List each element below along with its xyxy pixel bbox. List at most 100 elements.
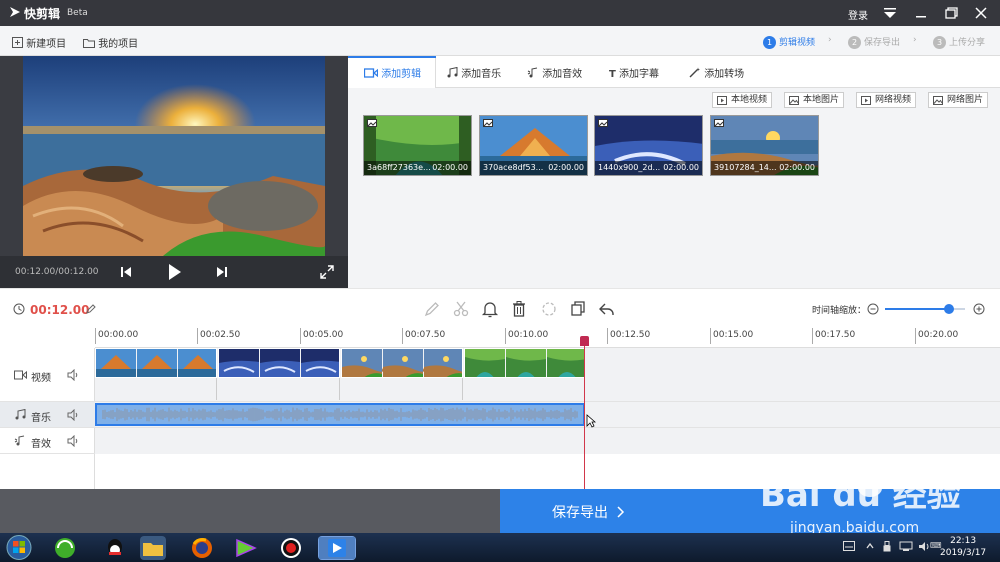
zoom-slider-fill bbox=[885, 308, 949, 310]
media-thumbnail[interactable]: 39107284_14... 02:00.00 bbox=[710, 115, 819, 176]
clip-gap bbox=[464, 378, 585, 400]
ruler-tick: 00:02.50 bbox=[197, 328, 240, 344]
timeline-ruler[interactable]: 00:00.00 00:02.50 00:05.00 00:07.50 00:1… bbox=[95, 328, 1000, 348]
music-track-label: 音乐 bbox=[31, 413, 51, 424]
thumbnail-caption: 1440x900_2d... 02:00.00 bbox=[595, 161, 702, 175]
tab-add-music[interactable]: 添加音乐 bbox=[447, 65, 501, 87]
step-label: 保存导出 bbox=[864, 38, 901, 48]
media-thumbnail[interactable]: 3a68ff27363e... 02:00.00 bbox=[363, 115, 472, 176]
web-image-button[interactable]: 网络图片 bbox=[928, 92, 989, 108]
zoom-label: 时间轴缩放： bbox=[812, 306, 867, 316]
bell-icon[interactable] bbox=[481, 300, 499, 318]
ruler-tick: 00:17.50 bbox=[812, 328, 855, 344]
source-label: 本地视频 bbox=[731, 95, 768, 105]
video-clip[interactable] bbox=[95, 348, 217, 378]
media-name: 39107284_14... bbox=[714, 163, 777, 172]
image-icon bbox=[367, 119, 377, 127]
pencil-icon[interactable] bbox=[423, 300, 441, 318]
copy-icon[interactable] bbox=[569, 300, 587, 318]
zoom-slider-track[interactable] bbox=[885, 304, 965, 314]
preview-timecode: 00:12.00/00:12.00 bbox=[15, 267, 99, 277]
local-video-button[interactable]: 本地视频 bbox=[712, 92, 773, 108]
sfx-track[interactable] bbox=[95, 428, 1000, 454]
maximize-icon[interactable] bbox=[942, 4, 960, 22]
new-project-button[interactable]: 新建项目 bbox=[12, 35, 66, 50]
windows-start-icon[interactable] bbox=[4, 533, 34, 562]
ruler-tick: 00:10.00 bbox=[505, 328, 548, 344]
text-t-icon: T bbox=[609, 69, 616, 80]
tab-add-transition[interactable]: 添加转场 bbox=[689, 65, 744, 87]
clip-filmstrip bbox=[465, 349, 584, 377]
login-link[interactable]: 登录 bbox=[848, 7, 868, 22]
new-project-icon bbox=[12, 37, 23, 48]
fullscreen-icon[interactable] bbox=[320, 265, 334, 279]
video-clip[interactable] bbox=[464, 348, 585, 378]
tab-add-clip[interactable]: 添加剪辑 bbox=[363, 65, 421, 87]
scissors-icon[interactable] bbox=[452, 300, 470, 318]
ruler-tick: 00:20.00 bbox=[915, 328, 958, 344]
taskbar-clock[interactable]: 22:13 2019/3/17 bbox=[940, 535, 986, 559]
media-thumbnail[interactable]: 370ace8df53... 02:00.00 bbox=[479, 115, 588, 176]
crop-rotate-icon[interactable] bbox=[540, 300, 558, 318]
source-label: 网络图片 bbox=[947, 95, 984, 105]
my-projects-button[interactable]: 我的项目 bbox=[83, 35, 138, 50]
kuaijianji-taskbar-icon[interactable] bbox=[318, 536, 356, 560]
undo-icon[interactable] bbox=[598, 300, 616, 318]
play-icon[interactable] bbox=[167, 263, 183, 281]
clock-icon bbox=[13, 303, 25, 315]
usb-icon[interactable] bbox=[882, 541, 892, 552]
app-badge: Beta bbox=[67, 8, 88, 18]
screen-recorder-icon[interactable] bbox=[278, 536, 304, 560]
playhead-handle[interactable] bbox=[580, 336, 589, 346]
trash-icon[interactable] bbox=[510, 300, 528, 318]
clip-gap bbox=[341, 378, 463, 400]
close-icon[interactable] bbox=[972, 4, 990, 22]
chevron-right-icon bbox=[617, 506, 625, 518]
web-video-button[interactable]: 网络视频 bbox=[856, 92, 917, 108]
qq-icon[interactable] bbox=[102, 536, 128, 560]
volume-icon[interactable] bbox=[67, 369, 79, 381]
watermark-text: Bai du 经验 bbox=[760, 475, 960, 515]
skip-forward-icon[interactable] bbox=[215, 265, 229, 279]
edit-pencil-icon[interactable] bbox=[86, 304, 96, 314]
volume-icon[interactable] bbox=[67, 435, 79, 447]
media-name: 1440x900_2d... bbox=[598, 163, 661, 172]
zoom-slider-handle[interactable] bbox=[944, 304, 954, 314]
ruler-tick: 00:15.00 bbox=[710, 328, 753, 344]
media-duration: 02:00.00 bbox=[548, 163, 584, 172]
firefox-icon[interactable] bbox=[189, 536, 215, 560]
local-image-button[interactable]: 本地图片 bbox=[784, 92, 845, 108]
video-track-header: 视频 bbox=[0, 348, 95, 402]
music-note-icon bbox=[447, 66, 458, 78]
network-icon[interactable] bbox=[899, 541, 913, 552]
clip-filmstrip bbox=[219, 349, 339, 377]
zoom-in-icon[interactable] bbox=[973, 303, 985, 315]
skip-back-icon[interactable] bbox=[119, 265, 133, 279]
chevron-up-icon[interactable] bbox=[866, 541, 874, 551]
audio-clip[interactable] bbox=[95, 403, 585, 426]
zoom-out-icon[interactable] bbox=[867, 303, 879, 315]
video-clip[interactable] bbox=[341, 348, 463, 378]
video-clip[interactable] bbox=[218, 348, 340, 378]
top-toolbar: 新建项目 我的项目 1 剪辑视频 › 2 保存导出 › 3 上传分享 bbox=[0, 26, 1000, 56]
speaker-icon[interactable] bbox=[918, 541, 930, 552]
media-player-icon[interactable] bbox=[233, 536, 259, 560]
thumbnail-caption: 370ace8df53... 02:00.00 bbox=[480, 161, 587, 175]
clip-gap bbox=[218, 378, 340, 400]
menu-dropdown-icon[interactable] bbox=[881, 4, 899, 22]
clock-date: 2019/3/17 bbox=[940, 548, 987, 558]
title-bar: 快剪辑 Beta 登录 bbox=[0, 0, 1000, 26]
sfx-track-header: 音效 bbox=[0, 428, 95, 454]
media-thumbnail[interactable]: 1440x900_2d... 02:00.00 bbox=[594, 115, 703, 176]
media-name: 370ace8df53... bbox=[483, 163, 544, 172]
tab-add-sound-effect[interactable]: 添加音效 bbox=[527, 65, 582, 87]
tab-add-subtitle[interactable]: T 添加字幕 bbox=[609, 65, 659, 87]
keyboard-icon[interactable] bbox=[843, 541, 855, 551]
minimize-icon[interactable] bbox=[912, 4, 930, 22]
step-number: 3 bbox=[933, 36, 946, 49]
step-label: 剪辑视频 bbox=[779, 38, 816, 48]
360-browser-icon[interactable] bbox=[52, 536, 78, 560]
file-explorer-icon[interactable] bbox=[140, 536, 166, 560]
folder-icon bbox=[83, 39, 95, 48]
volume-icon[interactable] bbox=[67, 409, 79, 421]
